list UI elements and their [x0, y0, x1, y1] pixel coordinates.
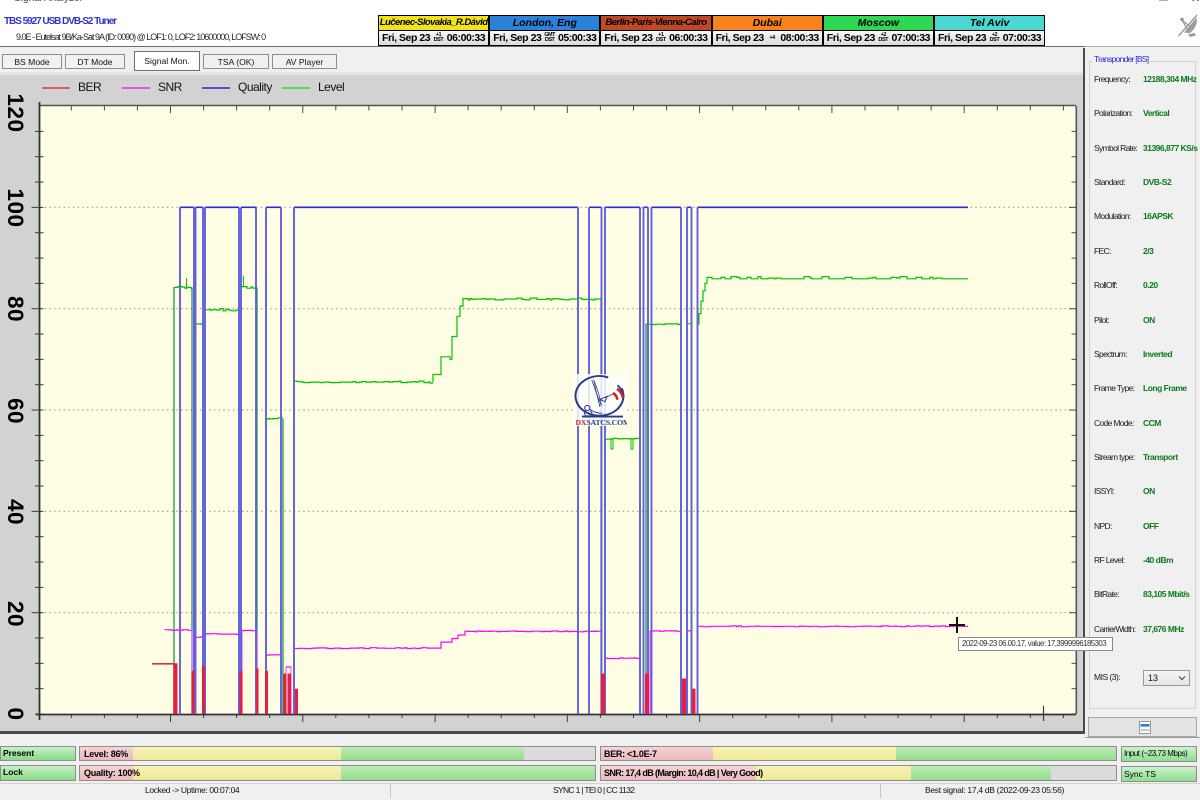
- svg-text:DXSATCS.COM: DXSATCS.COM: [576, 418, 628, 426]
